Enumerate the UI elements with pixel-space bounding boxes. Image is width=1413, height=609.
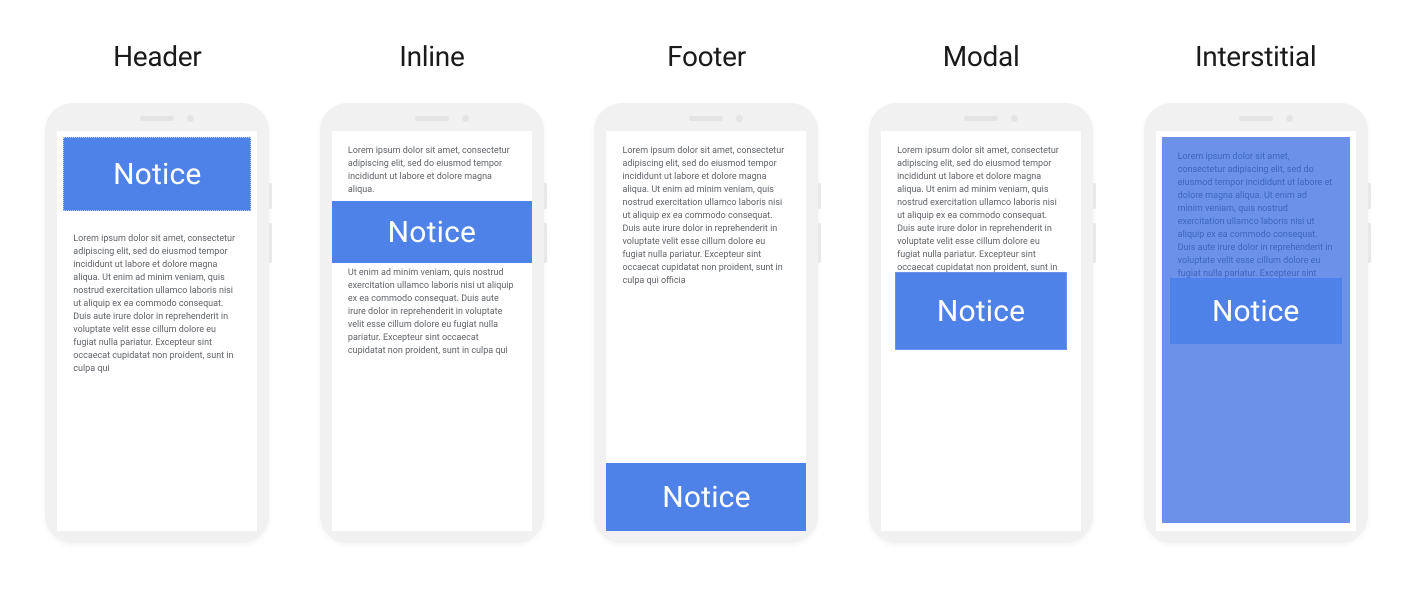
phone-mockup: Lorem ipsum dolor sit amet, consectetur … <box>594 103 818 543</box>
phone-screen: Lorem ipsum dolor sit amet, consectetur … <box>606 131 806 531</box>
notice-banner-header: Notice <box>63 137 251 211</box>
example-title: Footer <box>667 40 746 73</box>
phone-mockup: Lorem ipsum dolor sit amet, consectetur … <box>1144 103 1368 543</box>
lorem-text: Lorem ipsum dolor sit amet, consectetur … <box>73 233 241 377</box>
example-modal: Modal Lorem ipsum dolor sit amet, consec… <box>856 40 1106 543</box>
phone-side-button-icon <box>1368 223 1371 263</box>
phone-side-button-icon <box>269 223 272 263</box>
phone-screen: Lorem ipsum dolor sit amet, consectetur … <box>1156 131 1356 531</box>
phone-screen: Notice Lorem ipsum dolor sit amet, conse… <box>57 131 257 531</box>
lorem-text: Lorem ipsum dolor sit amet, consectetur … <box>348 145 516 197</box>
phone-side-button-icon <box>1093 183 1096 209</box>
phone-side-button-icon <box>544 183 547 209</box>
phone-side-button-icon <box>818 183 821 209</box>
phone-side-button-icon <box>1093 223 1096 263</box>
example-title: Modal <box>943 40 1020 73</box>
phone-side-button-icon <box>544 223 547 263</box>
phone-side-button-icon <box>1368 183 1371 209</box>
example-title: Interstitial <box>1195 40 1316 73</box>
notice-banner-footer: Notice <box>606 463 806 531</box>
phone-mockup: Notice Lorem ipsum dolor sit amet, conse… <box>45 103 269 543</box>
page-content: Lorem ipsum dolor sit amet, consectetur … <box>606 131 806 303</box>
phone-mockup: Lorem ipsum dolor sit amet, consectetur … <box>320 103 544 543</box>
examples-row: Header Notice Lorem ipsum dolor sit amet… <box>0 0 1413 543</box>
example-inline: Inline Lorem ipsum dolor sit amet, conse… <box>307 40 557 543</box>
example-title: Inline <box>399 40 464 73</box>
phone-mockup: Lorem ipsum dolor sit amet, consectetur … <box>869 103 1093 543</box>
page-content: Lorem ipsum dolor sit amet, consectetur … <box>332 131 532 373</box>
lorem-text: Lorem ipsum dolor sit amet, consectetur … <box>622 145 790 289</box>
notice-banner-inline: Notice <box>332 201 532 263</box>
example-footer: Footer Lorem ipsum dolor sit amet, conse… <box>581 40 831 543</box>
example-interstitial: Interstitial Lorem ipsum dolor sit amet,… <box>1131 40 1381 543</box>
example-header: Header Notice Lorem ipsum dolor sit amet… <box>32 40 282 543</box>
notice-banner-modal: Notice <box>895 272 1067 350</box>
example-title: Header <box>113 40 201 73</box>
phone-screen: Lorem ipsum dolor sit amet, consectetur … <box>332 131 532 531</box>
notice-banner-interstitial: Notice <box>1170 278 1342 344</box>
phone-side-button-icon <box>269 183 272 209</box>
lorem-text: Ut enim ad minim veniam, quis nostrud ex… <box>348 267 516 358</box>
page-content: Lorem ipsum dolor sit amet, consectetur … <box>57 219 257 531</box>
phone-screen: Lorem ipsum dolor sit amet, consectetur … <box>881 131 1081 531</box>
phone-side-button-icon <box>818 223 821 263</box>
